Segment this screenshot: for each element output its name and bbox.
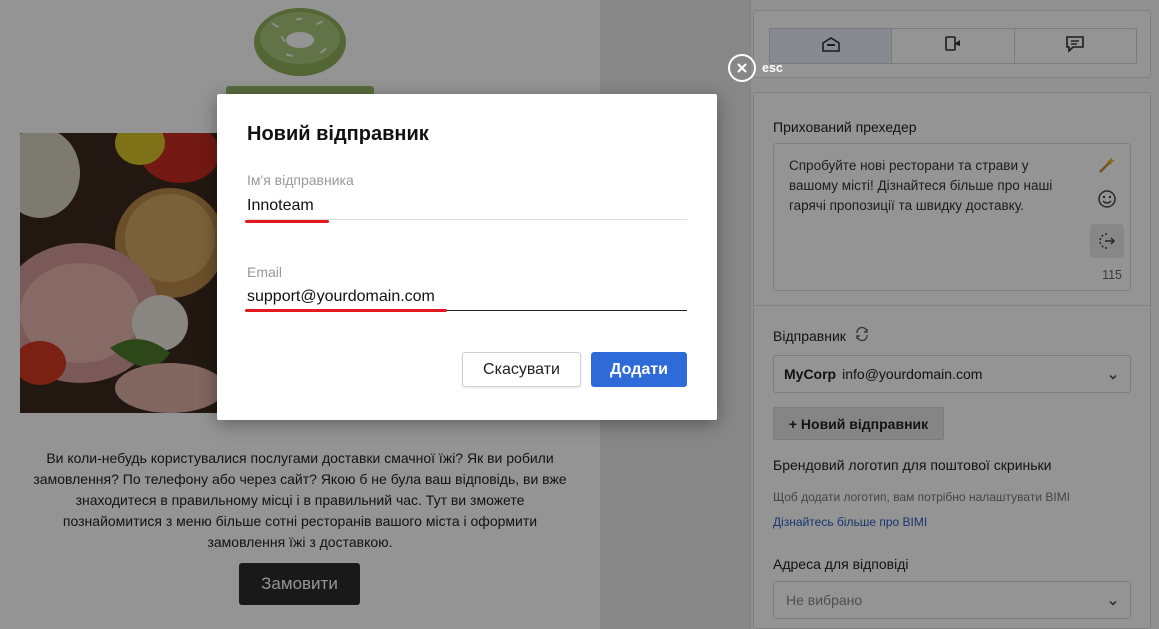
add-button[interactable]: Додати [591,352,687,387]
sender-name-input[interactable] [247,192,687,220]
close-modal-button[interactable]: esc [728,54,783,82]
close-icon [728,54,756,82]
sender-name-label: Ім'я відправника [247,172,354,188]
email-label: Email [247,264,283,280]
esc-label: esc [762,61,783,75]
email-input[interactable] [247,283,687,311]
cancel-button[interactable]: Скасувати [462,352,581,387]
highlight-underline [245,309,447,312]
dialog-title: Новий відправник [247,123,429,145]
highlight-underline [245,220,329,223]
new-sender-dialog: Новий відправник Ім'я відправника Email … [217,94,717,420]
